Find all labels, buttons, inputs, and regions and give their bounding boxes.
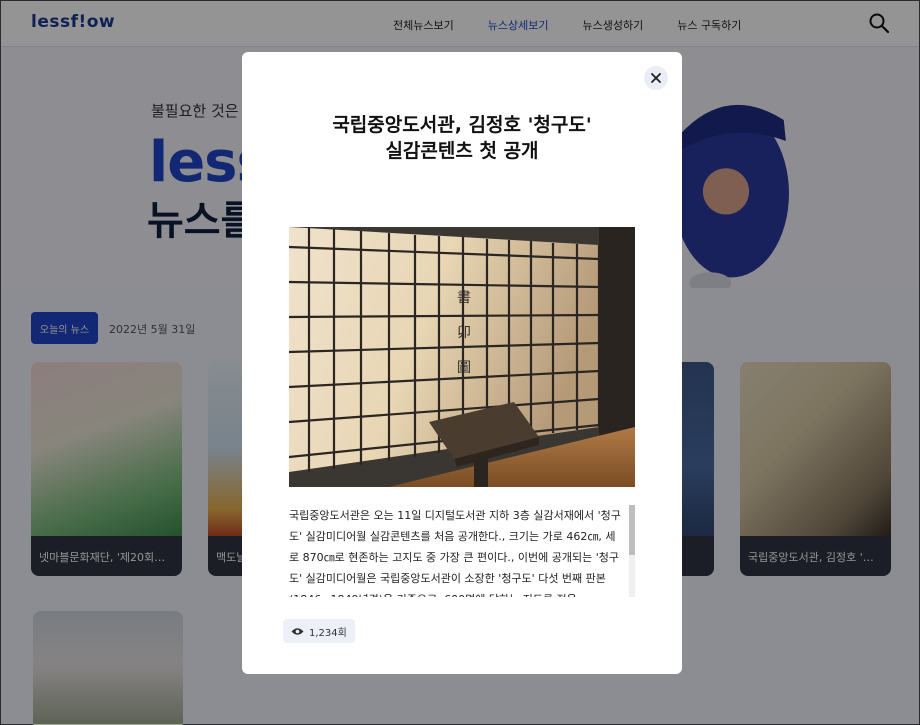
svg-text:圖: 圖: [457, 360, 471, 376]
eye-icon: [291, 627, 304, 635]
view-count-text: 1,234회: [309, 627, 347, 639]
close-button[interactable]: [644, 66, 668, 90]
close-icon: [651, 73, 661, 83]
article-title-line-1: 국립중앙도서관, 김정호 '청구도': [332, 114, 592, 136]
article-title-line-2: 실감콘텐츠 첫 공개: [385, 140, 539, 162]
view-count: 1,234회: [283, 619, 355, 643]
news-detail-modal: 국립중앙도서관, 김정호 '청구도' 실감콘텐츠 첫 공개 書 卯 圖 국립중앙…: [242, 52, 682, 674]
article-title: 국립중앙도서관, 김정호 '청구도' 실감콘텐츠 첫 공개: [282, 112, 642, 164]
article-scrollbar-thumb[interactable]: [629, 505, 635, 555]
article-image: 書 卯 圖: [289, 227, 635, 487]
svg-text:書: 書: [457, 290, 471, 306]
media-wall-photo: 書 卯 圖: [289, 227, 635, 487]
article-body: 국립중앙도서관은 오는 11일 디지털도서관 지하 3층 실감서재에서 '청구도…: [289, 509, 621, 597]
svg-text:卯: 卯: [457, 325, 471, 341]
